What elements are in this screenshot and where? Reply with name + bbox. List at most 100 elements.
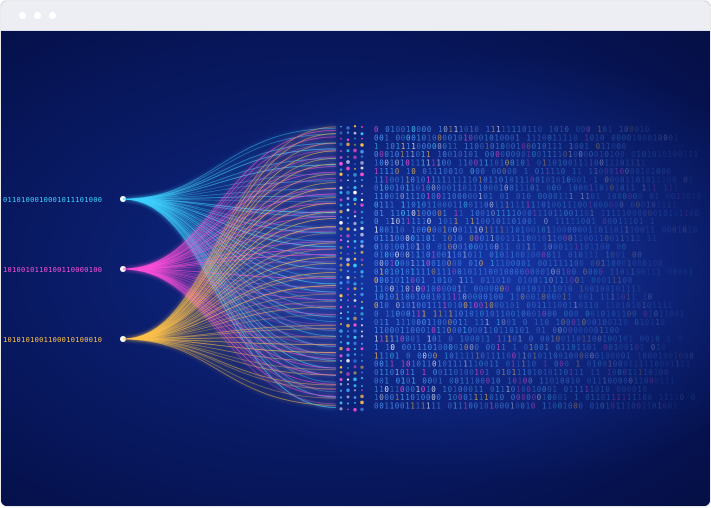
data-dot	[354, 125, 356, 127]
data-dot	[353, 359, 357, 363]
data-dot	[360, 227, 363, 230]
binary-digit: 1	[406, 217, 411, 226]
data-dot	[353, 317, 357, 321]
window-control-dot[interactable]	[34, 12, 41, 19]
binary-digit: 1	[670, 360, 675, 369]
binary-digit: 1	[636, 234, 641, 243]
data-dot	[347, 217, 349, 219]
data-dot	[340, 257, 343, 260]
data-dot	[361, 211, 364, 214]
data-dot	[361, 132, 364, 135]
data-dot	[354, 258, 357, 261]
binary-digit: 1	[480, 335, 485, 344]
data-dot	[347, 203, 350, 206]
data-dot	[340, 299, 342, 301]
data-dot	[347, 246, 349, 248]
data-dot	[340, 252, 342, 254]
data-dot	[347, 383, 349, 385]
data-dot	[361, 193, 363, 195]
window-control-dot[interactable]	[49, 12, 56, 19]
binary-digit: 1	[595, 284, 600, 293]
binary-digit: 1	[453, 402, 458, 411]
data-dot	[360, 143, 363, 146]
binary-digit: 1	[684, 209, 689, 218]
data-dot	[340, 390, 342, 392]
data-dot	[340, 246, 343, 249]
data-dot	[360, 401, 364, 405]
data-dot	[361, 258, 364, 261]
data-dot	[353, 149, 357, 153]
data-dot	[361, 275, 364, 278]
binary-digit: 1	[668, 209, 673, 218]
binary-digit: 1	[595, 402, 600, 411]
binary-digit: 1	[537, 234, 542, 243]
data-dot	[346, 389, 349, 392]
data-dot	[354, 277, 356, 279]
binary-digit: 1	[674, 133, 679, 142]
data-dot	[360, 395, 363, 398]
binary-digit: 1	[518, 335, 523, 344]
data-dot	[339, 354, 342, 357]
data-dot	[360, 161, 364, 165]
data-dot	[346, 167, 350, 171]
binary-digit: 1	[647, 234, 652, 243]
binary-digit: 0	[623, 318, 628, 327]
data-dot	[361, 251, 364, 254]
data-dot	[340, 383, 343, 386]
data-dot	[346, 348, 350, 352]
binary-digit: 1	[657, 402, 662, 411]
binary-digit: 1	[459, 209, 464, 218]
binary-digit: 1	[605, 402, 610, 411]
data-dot	[361, 318, 363, 320]
binary-stream-1: 0110100010001011101000	[3, 196, 102, 204]
binary-digit: 1	[657, 150, 662, 159]
window-control-dot[interactable]	[19, 12, 26, 19]
data-dot	[361, 179, 363, 181]
binary-stream-2: 1010010110100110000100	[3, 266, 102, 274]
data-dot	[340, 186, 343, 189]
data-dot	[339, 281, 342, 284]
data-dot	[346, 160, 350, 164]
binary-digit: 1	[640, 318, 645, 327]
binary-digit: 1	[679, 209, 684, 218]
data-dot	[354, 305, 356, 307]
binary-digit: 1	[426, 402, 431, 411]
binary-digit: 1	[688, 226, 693, 235]
data-dot	[347, 138, 350, 141]
binary-digit: 1	[694, 150, 699, 159]
binary-digit: 1	[688, 150, 693, 159]
binary-digit: 1	[442, 326, 447, 335]
binary-digit: 1	[506, 385, 511, 394]
binary-digit: 1	[670, 377, 675, 386]
binary-digit: 0	[693, 226, 698, 235]
data-dot	[347, 179, 349, 181]
data-dot	[354, 396, 357, 399]
data-dot	[361, 288, 363, 290]
data-dot	[347, 209, 350, 212]
binary-digit: 1	[668, 150, 673, 159]
data-dot	[353, 186, 356, 189]
data-dot	[354, 240, 357, 243]
data-dot	[347, 149, 350, 152]
binary-digit: 1	[656, 175, 661, 184]
data-dot	[347, 223, 349, 225]
data-dot	[347, 270, 349, 272]
window-titlebar	[1, 1, 710, 31]
data-dot	[360, 293, 363, 296]
data-dot	[354, 294, 356, 296]
binary-digit: 1	[410, 402, 415, 411]
data-dot	[360, 150, 364, 154]
binary-digit: 1	[453, 150, 458, 159]
data-dot	[354, 299, 357, 302]
data-dot	[353, 282, 356, 285]
data-dot	[340, 168, 343, 171]
binary-digit: 1	[462, 251, 467, 260]
binary-digit: 0	[578, 402, 583, 411]
data-dot	[353, 371, 356, 374]
data-dot	[353, 173, 357, 177]
data-dot	[340, 312, 342, 314]
data-dot	[339, 210, 342, 213]
binary-digit: 1	[427, 360, 432, 369]
binary-digit: 1	[436, 402, 441, 411]
data-dot	[354, 228, 357, 231]
